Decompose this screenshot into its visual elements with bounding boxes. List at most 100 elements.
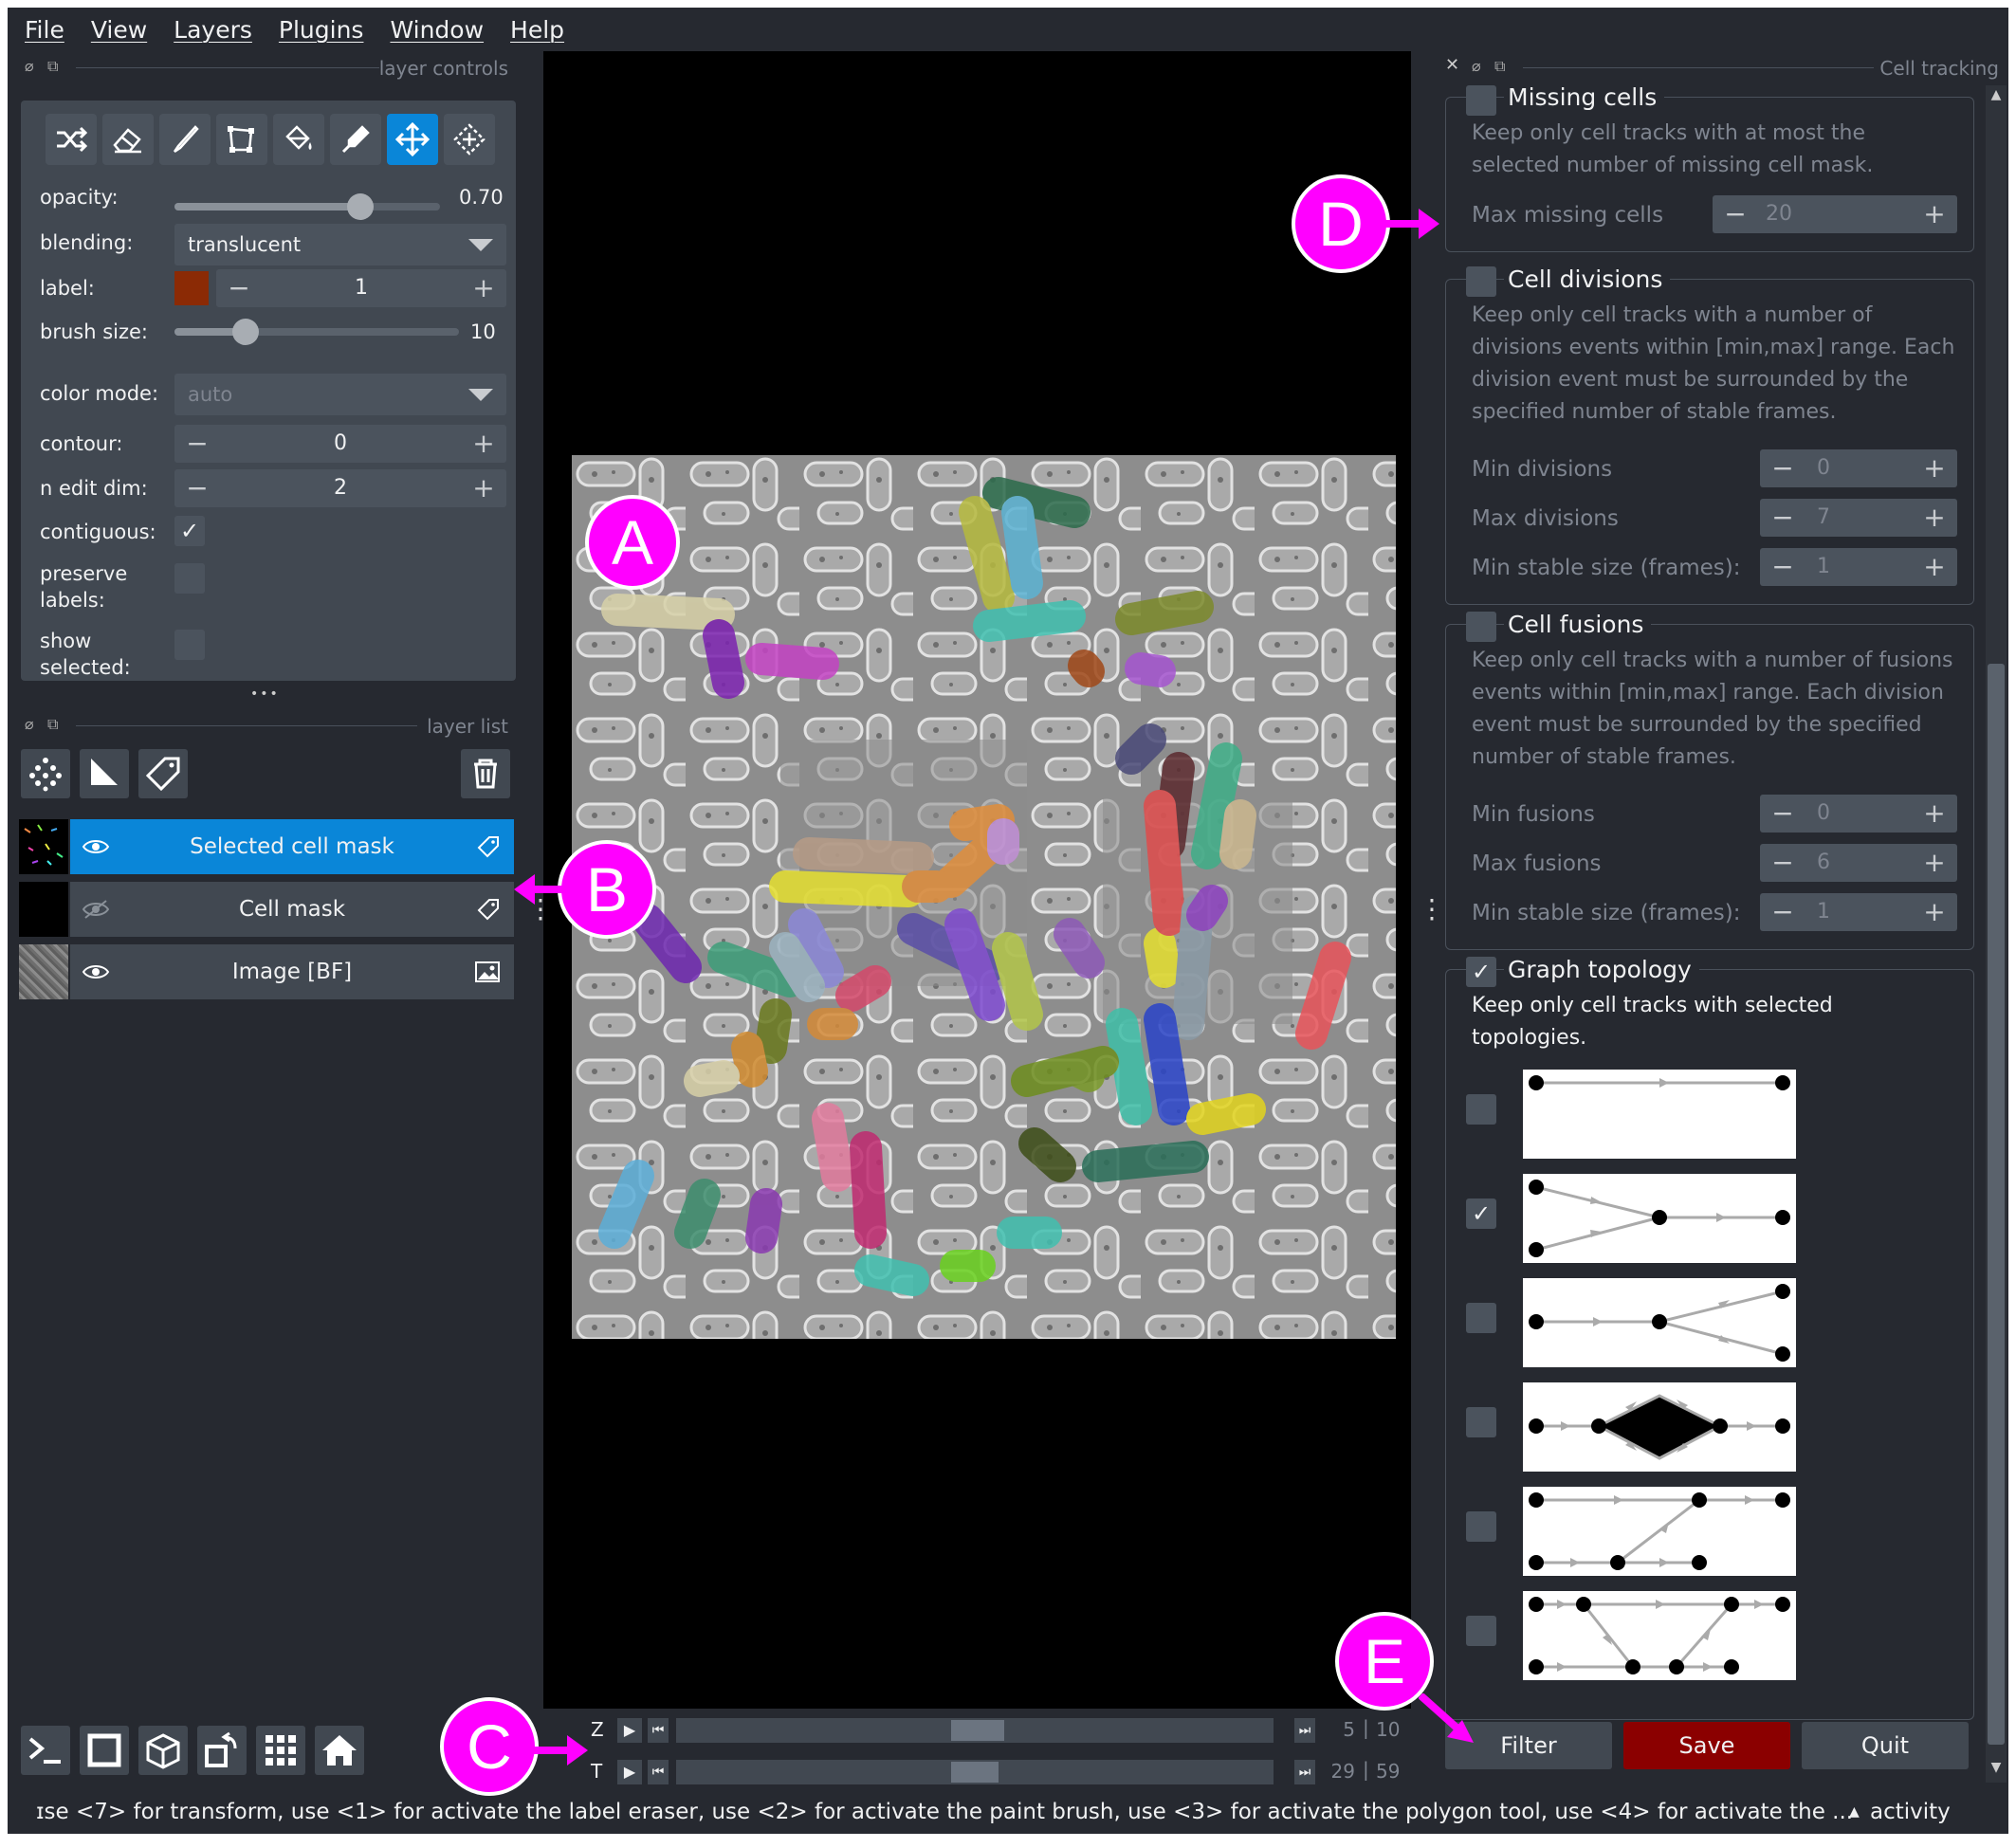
decrement-button[interactable]: − — [1764, 893, 1802, 931]
blending-select[interactable]: translucent — [174, 224, 506, 265]
roll-dims-button[interactable] — [138, 1726, 188, 1775]
new-shapes-layer-button[interactable] — [80, 749, 129, 798]
grid-view-button[interactable] — [256, 1726, 305, 1775]
topology-fusion[interactable] — [1523, 1174, 1796, 1263]
min-fusions-spinbox[interactable]: − 0 + — [1760, 795, 1957, 833]
fill-bucket-button[interactable] — [273, 114, 324, 165]
layer-body[interactable]: Image [BF] — [70, 944, 514, 999]
increment-button[interactable]: + — [1915, 795, 1953, 833]
label-color-swatch[interactable] — [174, 271, 209, 305]
opacity-slider[interactable] — [174, 193, 459, 220]
quit-button[interactable]: Quit — [1802, 1722, 1969, 1769]
contour-spinbox[interactable]: − 0 + — [174, 425, 506, 463]
topology-linear[interactable] — [1523, 1070, 1796, 1159]
layer-name[interactable]: Selected cell mask — [70, 819, 514, 874]
decrement-button[interactable]: − — [178, 425, 216, 463]
current-frame[interactable]: 29 — [1323, 1760, 1355, 1783]
decrement-button[interactable]: − — [1764, 499, 1802, 537]
undock-icon[interactable]: ⧉ — [47, 715, 58, 734]
current-frame[interactable]: 5 — [1323, 1718, 1355, 1741]
layer-row-image-bf[interactable]: Image [BF] — [19, 944, 514, 999]
delete-layer-button[interactable] — [461, 749, 510, 798]
new-points-layer-button[interactable] — [21, 749, 70, 798]
layer-name[interactable]: Cell mask — [70, 882, 514, 937]
undock-icon[interactable]: ⧉ — [1494, 57, 1505, 76]
play-icon[interactable]: ▶ — [617, 1760, 642, 1784]
contiguous-checkbox[interactable]: ✓ — [174, 516, 205, 546]
decrement-button[interactable]: − — [178, 469, 216, 507]
topology-checkbox-4[interactable] — [1466, 1407, 1496, 1437]
fus-min-stable-spinbox[interactable]: − 1 + — [1760, 893, 1957, 931]
increment-button[interactable]: + — [465, 425, 503, 463]
color-mode-select[interactable]: auto — [174, 374, 506, 415]
play-icon[interactable]: ▶ — [617, 1718, 642, 1743]
float-dock-icon[interactable]: ⌀ — [25, 57, 34, 75]
float-dock-icon[interactable]: ⌀ — [25, 715, 34, 733]
decrement-button[interactable]: − — [1716, 195, 1754, 233]
graph-topology-checkbox[interactable]: ✓ — [1466, 957, 1496, 987]
decrement-button[interactable]: − — [220, 269, 258, 307]
step-back-icon[interactable]: ⏮ — [648, 1760, 669, 1784]
transpose-button[interactable] — [197, 1726, 247, 1775]
color-picker-button[interactable] — [330, 114, 381, 165]
increment-button[interactable]: + — [1915, 844, 1953, 882]
polygon-button[interactable] — [216, 114, 267, 165]
increment-button[interactable]: + — [1915, 548, 1953, 586]
increment-button[interactable]: + — [465, 269, 503, 307]
min-divisions-spinbox[interactable]: − 0 + — [1760, 449, 1957, 487]
menu-window[interactable]: Window — [390, 16, 484, 44]
dims-track[interactable] — [676, 1760, 1274, 1784]
topology-division[interactable] — [1523, 1278, 1796, 1367]
decrement-button[interactable]: − — [1764, 548, 1802, 586]
layer-body[interactable]: Selected cell mask — [70, 819, 514, 874]
undock-icon[interactable]: ⧉ — [47, 57, 58, 76]
layer-row-cell-mask[interactable]: Cell mask — [19, 882, 514, 937]
layer-row-selected-cell-mask[interactable]: Selected cell mask — [19, 819, 514, 874]
decrement-button[interactable]: − — [1764, 449, 1802, 487]
cell-divisions-checkbox[interactable] — [1466, 266, 1496, 297]
menu-help[interactable]: Help — [510, 16, 564, 44]
topology-division-fusion[interactable] — [1523, 1382, 1796, 1472]
menu-layers[interactable]: Layers — [174, 16, 252, 44]
pan-zoom-button[interactable] — [387, 114, 438, 165]
menu-plugins[interactable]: Plugins — [279, 16, 364, 44]
chevron-up-icon[interactable]: ▲ — [1849, 1790, 1860, 1834]
label-spinbox[interactable]: − 1 + — [216, 269, 506, 307]
topology-complex[interactable] — [1523, 1591, 1796, 1680]
menu-view[interactable]: View — [91, 16, 147, 44]
topology-checkbox-6[interactable] — [1466, 1616, 1496, 1646]
missing-cells-checkbox[interactable] — [1466, 85, 1496, 116]
dock-splitter-right[interactable]: ⋮ — [1419, 896, 1445, 923]
topology-checkbox-1[interactable] — [1466, 1094, 1496, 1125]
float-dock-icon[interactable]: ⌀ — [1472, 57, 1481, 75]
transform-button[interactable] — [444, 114, 495, 165]
max-divisions-spinbox[interactable]: − 7 + — [1760, 499, 1957, 537]
shuffle-colors-button[interactable] — [46, 114, 97, 165]
topology-checkbox-5[interactable] — [1466, 1511, 1496, 1542]
topology-checkbox-2[interactable]: ✓ — [1466, 1198, 1496, 1229]
increment-button[interactable]: + — [1915, 195, 1953, 233]
step-forward-icon[interactable]: ⏭ — [1294, 1718, 1315, 1743]
max-missing-cells-spinbox[interactable]: − 20 + — [1713, 195, 1957, 233]
new-labels-layer-button[interactable] — [138, 749, 188, 798]
dock-scrollbar[interactable]: ▲ ▼ — [1986, 85, 2007, 1783]
close-icon[interactable]: ✕ — [1445, 55, 1459, 75]
home-button[interactable] — [315, 1726, 364, 1775]
show-selected-checkbox[interactable] — [174, 630, 205, 660]
microscopy-image[interactable] — [572, 455, 1396, 1339]
ndisplay-button[interactable] — [80, 1726, 129, 1775]
step-forward-icon[interactable]: ⏭ — [1294, 1760, 1315, 1784]
increment-button[interactable]: + — [465, 469, 503, 507]
brush-size-slider[interactable] — [174, 319, 478, 345]
dims-slider-handle[interactable] — [951, 1762, 999, 1783]
eraser-button[interactable] — [102, 114, 154, 165]
layer-name[interactable]: Image [BF] — [70, 944, 514, 999]
viewer-canvas[interactable] — [543, 51, 1411, 1709]
cell-fusions-checkbox[interactable] — [1466, 612, 1496, 642]
splitter-handle[interactable]: ••• — [250, 686, 280, 702]
div-min-stable-spinbox[interactable]: − 1 + — [1760, 548, 1957, 586]
topology-branch-merge[interactable] — [1523, 1487, 1796, 1576]
decrement-button[interactable]: − — [1764, 844, 1802, 882]
scroll-down-icon[interactable]: ▼ — [1988, 1760, 2005, 1777]
paint-brush-button[interactable] — [159, 114, 211, 165]
